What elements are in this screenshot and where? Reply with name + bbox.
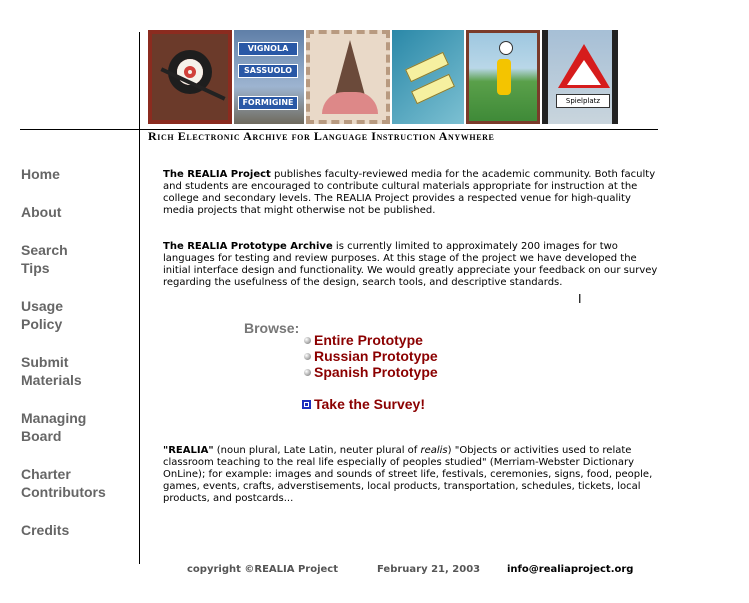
realia-definition: "REALIA" (noun plural, Late Latin, neute…: [163, 445, 663, 505]
playground-sign-label: Spielplatz: [556, 94, 610, 108]
browse-item-russian[interactable]: Russian Prototype: [304, 348, 438, 364]
browse-link-entire-prototype[interactable]: Entire Prototype: [314, 332, 423, 348]
banner-image-tickets: [392, 30, 464, 124]
banner-image-road-signs: VIGNOLA SASSUOLO FORMIGINE: [234, 30, 304, 124]
project-name: The REALIA Project: [163, 169, 271, 180]
definition-latin-word: realis: [420, 445, 448, 456]
footer-copyright: copyright ©REALIA Project: [187, 564, 339, 575]
nav-link-about[interactable]: About: [21, 203, 131, 221]
browse-link-russian-prototype[interactable]: Russian Prototype: [314, 348, 438, 364]
intro-paragraph-2: The REALIA Prototype Archive is currentl…: [163, 241, 663, 289]
banner-image-playground-sign: Spielplatz: [542, 30, 618, 124]
nav-link-search-tips[interactable]: Search Tips: [21, 241, 131, 277]
survey-link-row[interactable]: Take the Survey!: [302, 396, 425, 412]
browse-item-spanish[interactable]: Spanish Prototype: [304, 364, 438, 380]
nav-link-managing-board[interactable]: Managing Board: [21, 409, 131, 445]
browse-link-spanish-prototype[interactable]: Spanish Prototype: [314, 364, 438, 380]
soccer-player-icon: [497, 59, 511, 95]
nav-link-credits[interactable]: Credits: [21, 521, 131, 539]
banner-image-sushi: [148, 30, 232, 124]
header-banner: VIGNOLA SASSUOLO FORMIGINE Spielplatz: [148, 30, 632, 124]
warning-sign-inner-icon: [567, 60, 601, 85]
footer-email-link[interactable]: info@realiaproject.org: [507, 564, 633, 575]
nav-link-home[interactable]: Home: [21, 165, 131, 183]
soccer-ball-icon: [499, 41, 513, 55]
browse-item-entire[interactable]: Entire Prototype: [304, 332, 423, 348]
banner-image-eiffel-stamp: [306, 30, 390, 124]
archive-name: The REALIA Prototype Archive: [163, 241, 333, 252]
banner-image-soccer: [466, 30, 540, 124]
road-sign-vignola: VIGNOLA: [238, 42, 298, 56]
footer-date: February 21, 2003: [377, 564, 481, 575]
bullet-icon: [304, 352, 311, 360]
nav-link-submit-materials[interactable]: Submit Materials: [21, 353, 131, 389]
checkbox-icon: [302, 399, 311, 409]
site-tagline: Rich Electronic Archive for Language Ins…: [148, 129, 495, 143]
definition-term: "REALIA": [163, 445, 214, 456]
intro-paragraph-1: The REALIA Project publishes faculty-rev…: [163, 169, 663, 217]
bullet-icon: [304, 336, 311, 344]
sidebar-divider: [139, 32, 140, 564]
road-sign-formigine: FORMIGINE: [238, 96, 298, 110]
bullet-icon: [304, 368, 311, 376]
text-cursor-icon: I: [578, 292, 582, 306]
nav-link-charter-contributors[interactable]: Charter Contributors: [21, 465, 131, 501]
road-sign-sassuolo: SASSUOLO: [238, 64, 298, 78]
survey-link[interactable]: Take the Survey!: [314, 396, 425, 412]
nav-link-usage-policy[interactable]: Usage Policy: [21, 297, 131, 333]
browse-label: Browse:: [244, 320, 300, 336]
definition-text-a: (noun plural, Late Latin, neuter plural …: [213, 445, 421, 456]
